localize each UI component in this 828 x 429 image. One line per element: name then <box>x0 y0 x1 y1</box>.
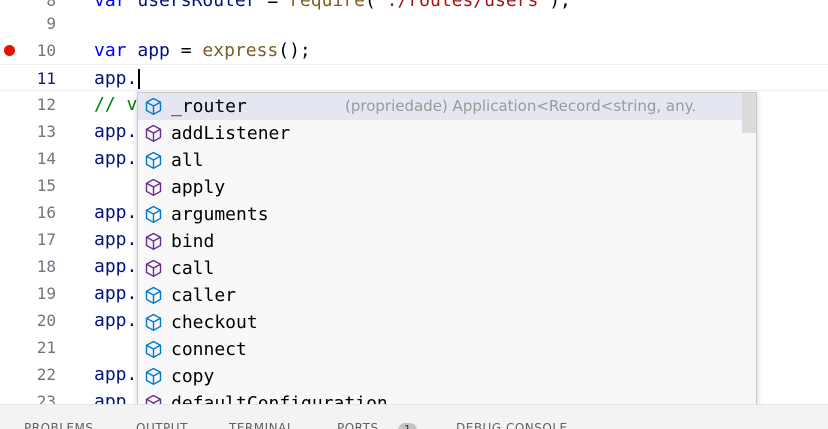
line-number: 23 <box>36 392 56 404</box>
line-number: 20 <box>36 311 56 330</box>
suggest-widget[interactable]: _router (propriedade) Application<Record<… <box>137 92 757 421</box>
line-number: 14 <box>36 149 56 168</box>
field-cube-icon <box>144 340 163 359</box>
suggest-item[interactable]: bind <box>138 228 743 255</box>
suggest-item-label: copy <box>171 366 215 387</box>
tab-ports[interactable]: PORTS <box>337 421 379 429</box>
suggest-item-label: _router <box>171 96 247 117</box>
code-line: 9 <box>0 10 828 37</box>
suggest-item[interactable]: addListener <box>138 120 743 147</box>
field-cube-icon <box>144 313 163 332</box>
suggest-item-label: call <box>171 258 215 279</box>
suggest-item[interactable]: _router (propriedade) Application<Record<… <box>138 93 743 120</box>
field-cube-icon <box>144 367 163 386</box>
tab-problems[interactable]: PROBLEMS <box>24 421 94 429</box>
suggest-item[interactable]: checkout <box>138 309 743 336</box>
method-cube-icon <box>144 259 163 278</box>
line-number: 17 <box>36 230 56 249</box>
method-cube-icon <box>144 232 163 251</box>
method-cube-icon <box>144 124 163 143</box>
code-line: 10 var app = express(); <box>0 37 828 64</box>
suggest-item-label: checkout <box>171 312 258 333</box>
field-cube-icon <box>144 151 163 170</box>
method-cube-icon <box>144 178 163 197</box>
suggest-item[interactable]: connect <box>138 336 743 363</box>
suggest-item-label: caller <box>171 285 237 306</box>
tab-terminal[interactable]: TERMINAL <box>229 421 294 429</box>
field-cube-icon <box>144 97 163 116</box>
suggest-item-label: addListener <box>171 123 291 144</box>
text-cursor <box>138 69 141 89</box>
suggest-item[interactable]: arguments <box>138 201 743 228</box>
suggest-item[interactable]: call <box>138 255 743 282</box>
suggest-item[interactable]: all <box>138 147 743 174</box>
line-number: 13 <box>36 122 56 141</box>
line-number: 9 <box>46 14 56 33</box>
line-number: 15 <box>36 176 56 195</box>
field-cube-icon <box>144 205 163 224</box>
line-number: 12 <box>36 95 56 114</box>
suggest-item[interactable]: apply <box>138 174 743 201</box>
suggest-item-detail: (propriedade) Application<Record<string,… <box>345 97 697 115</box>
line-number: 10 <box>36 41 56 60</box>
suggest-item-label: all <box>171 150 204 171</box>
suggest-item-label: arguments <box>171 204 269 225</box>
current-code-line[interactable]: 11 app. <box>0 64 828 91</box>
line-number: 19 <box>36 284 56 303</box>
line-number: 18 <box>36 257 56 276</box>
line-number: 16 <box>36 203 56 222</box>
suggest-item[interactable]: copy <box>138 363 743 390</box>
suggest-item[interactable]: caller <box>138 282 743 309</box>
panel-tab-bar: PROBLEMS OUTPUT TERMINAL PORTS 1 DEBUG C… <box>0 404 828 429</box>
field-cube-icon <box>144 286 163 305</box>
suggest-item-label: apply <box>171 177 226 198</box>
suggest-item-label: bind <box>171 231 215 252</box>
line-number: 22 <box>36 365 56 384</box>
tab-debug-console[interactable]: DEBUG CONSOLE <box>456 421 568 429</box>
suggest-scrollbar[interactable] <box>742 93 756 133</box>
ports-count-badge: 1 <box>398 423 417 429</box>
line-number: 11 <box>36 69 56 88</box>
tab-output[interactable]: OUTPUT <box>136 421 188 429</box>
line-number: 21 <box>36 338 56 357</box>
suggest-item-label: connect <box>171 339 247 360</box>
